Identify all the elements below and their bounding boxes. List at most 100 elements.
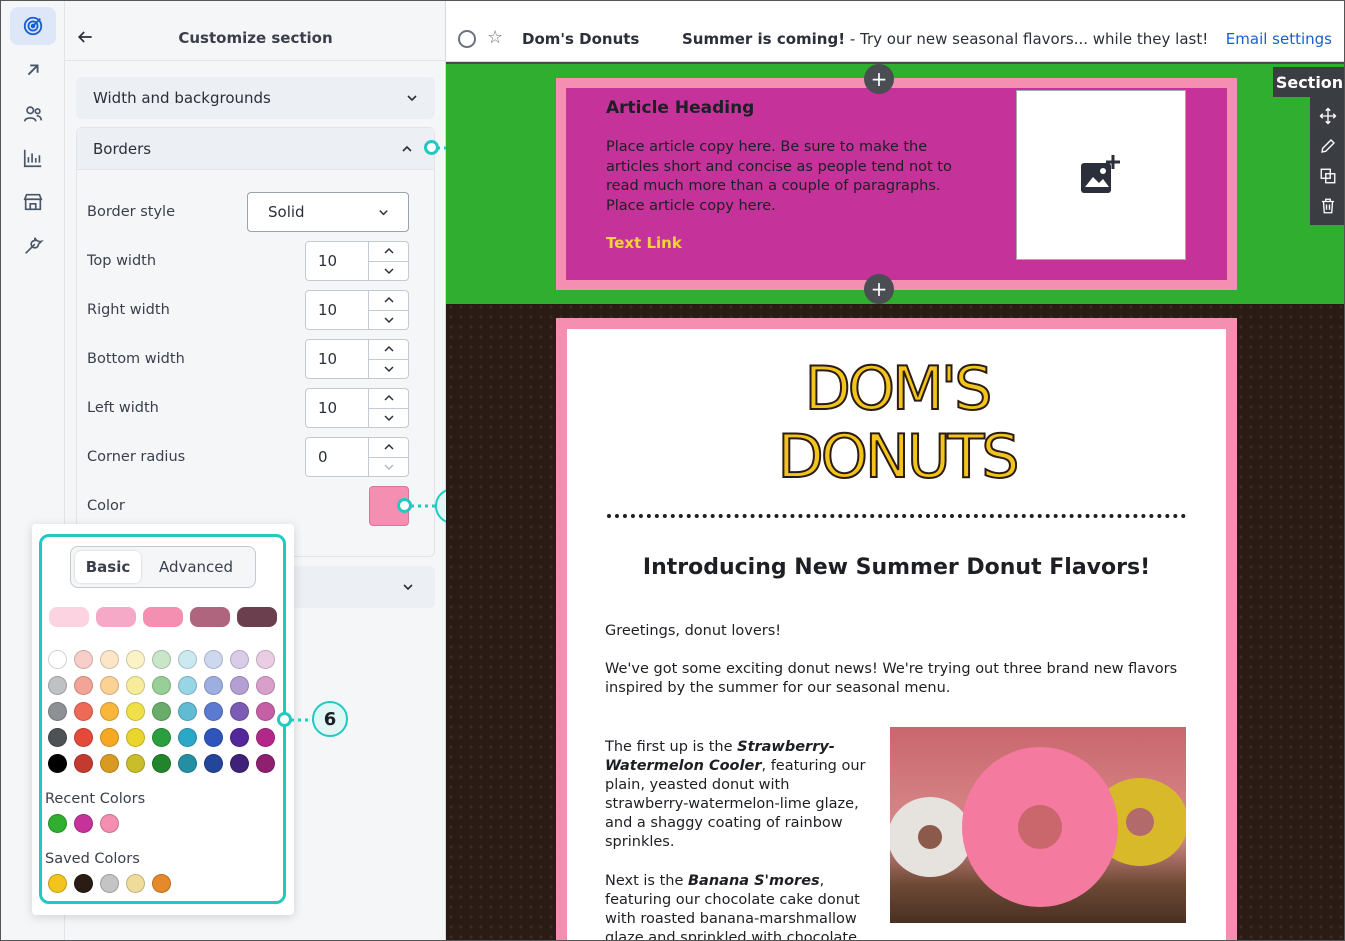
color-swatch[interactable]	[48, 728, 67, 747]
number-stepper[interactable]: 10	[305, 241, 409, 281]
color-swatch[interactable]	[152, 676, 171, 695]
color-swatch[interactable]	[48, 650, 67, 669]
number-stepper[interactable]: 0	[305, 437, 409, 477]
color-swatch[interactable]	[178, 754, 197, 773]
number-stepper[interactable]: 10	[305, 290, 409, 330]
color-swatch[interactable]	[48, 702, 67, 721]
color-swatch[interactable]	[48, 814, 67, 833]
color-swatch[interactable]	[100, 728, 119, 747]
doms-donuts-logo[interactable]: DOM'S DONUTS	[567, 349, 1226, 493]
color-swatch[interactable]	[74, 814, 93, 833]
color-swatch[interactable]	[152, 874, 171, 893]
palette-shade-pill[interactable]	[49, 607, 89, 627]
color-swatch[interactable]	[48, 874, 67, 893]
color-swatch[interactable]	[152, 702, 171, 721]
image-placeholder[interactable]	[1016, 90, 1186, 260]
article-heading[interactable]: Article Heading	[606, 98, 754, 118]
decrement-chevron-icon[interactable]	[369, 458, 408, 477]
campaigns-icon[interactable]	[10, 7, 56, 45]
color-swatch[interactable]	[74, 728, 93, 747]
color-swatch[interactable]	[230, 702, 249, 721]
intro-text[interactable]: We've got some exciting donut news! We'r…	[605, 660, 1185, 698]
color-swatch[interactable]	[100, 814, 119, 833]
palette-shade-pill[interactable]	[96, 607, 136, 627]
increment-chevron-icon[interactable]	[369, 242, 408, 262]
width-backgrounds-accordion[interactable]: Width and backgrounds	[76, 77, 435, 119]
color-swatch[interactable]	[204, 728, 223, 747]
decrement-chevron-icon[interactable]	[369, 262, 408, 281]
email-headline[interactable]: Introducing New Summer Donut Flavors!	[567, 555, 1226, 580]
paragraph-banana[interactable]: Next is the Banana S'mores, featuring ou…	[605, 872, 875, 940]
donut-photo[interactable]	[890, 727, 1186, 923]
color-swatch[interactable]	[230, 650, 249, 669]
stepper-value[interactable]: 10	[306, 340, 368, 378]
color-swatch[interactable]	[152, 650, 171, 669]
border-style-select[interactable]: Solid	[247, 192, 409, 232]
selected-section[interactable]: Article Heading Place article copy here.…	[446, 62, 1344, 304]
color-swatch[interactable]	[74, 874, 93, 893]
palette-shade-pill[interactable]	[237, 607, 277, 627]
palette-shade-pill[interactable]	[190, 607, 230, 627]
color-swatch[interactable]	[100, 676, 119, 695]
stepper-value[interactable]: 10	[306, 291, 368, 329]
move-icon[interactable]	[1319, 107, 1337, 125]
arrow-up-right-icon[interactable]	[10, 51, 56, 89]
duplicate-icon[interactable]	[1319, 167, 1337, 185]
contacts-icon[interactable]	[10, 95, 56, 133]
color-swatch[interactable]	[204, 702, 223, 721]
article-copy[interactable]: Place article copy here. Be sure to make…	[606, 138, 976, 216]
palette-shade-pill[interactable]	[143, 607, 183, 627]
color-swatch[interactable]	[100, 874, 119, 893]
color-swatch[interactable]	[100, 702, 119, 721]
stepper-value[interactable]: 10	[306, 242, 368, 280]
color-swatch[interactable]	[48, 754, 67, 773]
color-swatch[interactable]	[126, 874, 145, 893]
color-swatch[interactable]	[256, 754, 275, 773]
color-swatch[interactable]	[126, 650, 145, 669]
color-swatch[interactable]	[152, 728, 171, 747]
borders-accordion-header[interactable]: Borders	[77, 128, 434, 170]
color-swatch[interactable]	[230, 728, 249, 747]
color-swatch[interactable]	[230, 676, 249, 695]
stepper-value[interactable]: 0	[306, 438, 368, 476]
reports-icon[interactable]	[10, 139, 56, 177]
edit-pencil-icon[interactable]	[1319, 137, 1337, 155]
wrench-icon[interactable]	[10, 227, 56, 265]
decrement-chevron-icon[interactable]	[369, 360, 408, 379]
color-swatch[interactable]	[74, 676, 93, 695]
color-swatch[interactable]	[126, 702, 145, 721]
color-swatch[interactable]	[74, 702, 93, 721]
color-swatch[interactable]	[100, 650, 119, 669]
article-text-link[interactable]: Text Link	[606, 234, 682, 252]
add-block-below-button[interactable]: +	[864, 274, 894, 304]
color-swatch[interactable]	[74, 650, 93, 669]
article-block[interactable]: Article Heading Place article copy here.…	[556, 78, 1237, 290]
color-swatch[interactable]	[256, 702, 275, 721]
color-swatch[interactable]	[152, 754, 171, 773]
color-swatch[interactable]	[74, 754, 93, 773]
color-swatch[interactable]	[204, 676, 223, 695]
color-swatch[interactable]	[256, 676, 275, 695]
color-swatch[interactable]	[178, 650, 197, 669]
color-swatch[interactable]	[126, 754, 145, 773]
color-swatch[interactable]	[100, 754, 119, 773]
increment-chevron-icon[interactable]	[369, 389, 408, 409]
color-swatch[interactable]	[204, 754, 223, 773]
tab-basic[interactable]: Basic	[75, 551, 141, 583]
number-stepper[interactable]: 10	[305, 388, 409, 428]
store-icon[interactable]	[10, 183, 56, 221]
trash-icon[interactable]	[1319, 197, 1337, 215]
decrement-chevron-icon[interactable]	[369, 311, 408, 330]
color-swatch[interactable]	[230, 754, 249, 773]
select-circle-icon[interactable]	[458, 30, 476, 48]
color-swatch[interactable]	[178, 728, 197, 747]
stepper-value[interactable]: 10	[306, 389, 368, 427]
star-icon[interactable]: ☆	[487, 27, 503, 48]
color-swatch[interactable]	[126, 676, 145, 695]
greeting-text[interactable]: Greetings, donut lovers!	[605, 622, 781, 641]
add-block-above-button[interactable]: +	[864, 64, 894, 94]
email-settings-link[interactable]: Email settings	[1226, 30, 1332, 48]
color-swatch[interactable]	[48, 676, 67, 695]
color-swatch[interactable]	[178, 676, 197, 695]
color-swatch[interactable]	[126, 728, 145, 747]
